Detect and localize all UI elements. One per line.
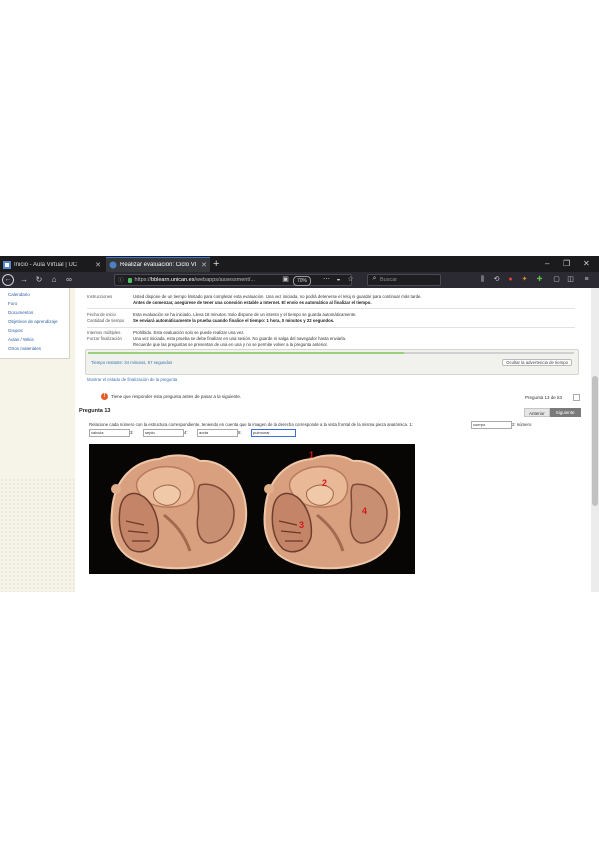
reload-icon[interactable]: ↻ (33, 274, 45, 286)
heart-image-right (263, 454, 401, 570)
question-stepper[interactable] (573, 394, 580, 401)
sidebar-item-foro[interactable]: Foro (8, 301, 17, 306)
page-action-icon[interactable]: ▣ (281, 275, 290, 285)
reader-glasses-icon[interactable]: ∞ (63, 274, 75, 286)
answer-input-5[interactable]: pulmonar (251, 429, 296, 437)
site-favicon-icon (3, 260, 11, 269)
question-heading: Pregunta 13 (79, 408, 111, 414)
sidebar-toggle-icon[interactable]: ▢ (552, 275, 561, 285)
divider (87, 327, 575, 328)
answer-label: 4: (184, 430, 188, 435)
course-sidebar: Calendario Foro Documentos Objetivos de … (0, 288, 75, 592)
url-prefix: https:// (134, 277, 152, 283)
notice-text: Tiene que responder esta pregunta antes … (111, 394, 242, 399)
site-favicon-icon (109, 261, 117, 269)
scrollbar-thumb[interactable] (592, 376, 598, 506)
zoom-level-badge[interactable]: 70% (293, 276, 312, 286)
extension-puzzle-icon[interactable]: ✚ (535, 275, 544, 285)
back-arrow-icon[interactable]: ← (2, 274, 14, 286)
url-path: /webapps/assessment/... (194, 277, 255, 283)
close-window-button[interactable]: ✕ (583, 258, 590, 269)
extension-tool-icon[interactable]: ✦ (520, 275, 529, 285)
pocket-icon[interactable]: ◒ (334, 275, 343, 285)
answer-input-2[interactable]: valvula (89, 429, 130, 437)
answer-input-1[interactable]: cuerpo (471, 421, 512, 429)
tab-inicio[interactable]: Inicio - Aula Virtual | UC ✕ (0, 257, 104, 272)
show-completion-status-link[interactable]: Mostrar el estado de finalización de la … (87, 377, 177, 382)
menu-hamburger-icon[interactable]: ≡ (582, 275, 591, 285)
url-host: bblearn.unican.es (151, 277, 195, 283)
minimize-button[interactable]: – (545, 258, 549, 269)
question-counter: Pregunta 13 de 53 (525, 395, 563, 400)
sidebar-item-otros[interactable]: Otros materiales (8, 346, 41, 351)
sidebar-item-wikis[interactable]: Aulas / Wikis (8, 337, 34, 342)
hide-timer-button[interactable]: Ocultar la advertencia de tiempo (502, 359, 572, 366)
new-tab-button[interactable]: + (213, 257, 219, 271)
tab-evaluacion[interactable]: Realizar evaluación: Ciclo VI - 2 ✕ (106, 257, 210, 272)
figure-label-2: 2 (322, 478, 328, 488)
close-tab-icon[interactable]: ✕ (201, 261, 207, 269)
sidebar-item-objetivos[interactable]: Objetivos de aprendizaje (8, 319, 58, 324)
warning-icon: ! (101, 393, 108, 400)
heart-image-left (110, 454, 248, 570)
close-tab-icon[interactable]: ✕ (95, 261, 101, 269)
sync-icon[interactable]: ⟲ (492, 275, 501, 285)
time-progress-bar (88, 352, 574, 354)
home-icon[interactable]: ⌂ (48, 274, 60, 286)
info-icon[interactable]: ⓘ (118, 276, 124, 284)
maximize-button[interactable]: ❐ (563, 258, 570, 269)
tab-title: Inicio - Aula Virtual | UC (14, 261, 78, 268)
screenshot-icon[interactable]: ◫ (566, 275, 575, 285)
extension-icon[interactable]: ● (506, 275, 515, 285)
next-button[interactable]: Siguiente (549, 408, 581, 417)
figure-label-4: 4 (362, 506, 368, 516)
question-text-tail: 2: número (512, 422, 532, 427)
tab-title: Realizar evaluación: Ciclo VI - 2 (120, 262, 199, 268)
time-progress-fill (88, 352, 404, 354)
background-pattern (0, 478, 75, 592)
time-remaining: Tiempo restante: 34 minutos, 57 segundos (91, 360, 173, 365)
bookmark-star-icon[interactable]: ☆ (346, 275, 355, 285)
answer-input-3[interactable]: septo (143, 429, 184, 437)
figure-label-3: 3 (299, 520, 305, 530)
sidebar-item-calendario[interactable]: Calendario (8, 292, 30, 297)
navigation-toolbar: ← → ↻ ⌂ ∞ ⓘ https:// bblearn.unican.es /… (0, 272, 599, 288)
notice: ! Tiene que responder esta pregunta ante… (101, 393, 241, 400)
heart-specimen-image: 1 2 3 4 (89, 444, 415, 574)
figure-label-1: 1 (309, 450, 315, 460)
question-navigation: Anterior Siguiente (524, 408, 581, 417)
timer-panel: Tiempo restante: 34 minutos, 57 segundos… (85, 349, 579, 375)
answer-input-4[interactable]: aorta (197, 429, 238, 437)
more-actions-icon[interactable]: ⋯ (322, 275, 331, 285)
lock-icon (127, 277, 132, 283)
tab-strip: Inicio - Aula Virtual | UC ✕ Realizar ev… (0, 256, 599, 272)
sidebar-item-documentos[interactable]: Documentos (8, 310, 33, 315)
sidebar-item-grupos[interactable]: Grupos (8, 328, 23, 333)
assessment-content: Instrucciones Usted dispone de un tiempo… (75, 288, 591, 592)
forward-arrow-icon[interactable]: → (18, 274, 30, 286)
search-icon: ⌕ (372, 275, 377, 282)
answer-label: 3: (130, 430, 134, 435)
browser-screenshot: Inicio - Aula Virtual | UC ✕ Realizar ev… (0, 256, 599, 592)
previous-button[interactable]: Anterior (524, 408, 550, 417)
answer-label: 5: (238, 430, 242, 435)
divider (87, 308, 575, 309)
assessment-summary: Instrucciones Usted dispone de un tiempo… (87, 290, 575, 347)
library-icon[interactable]: ⫼ (478, 275, 487, 285)
course-menu: Calendario Foro Documentos Objetivos de … (0, 288, 70, 359)
address-bar[interactable]: ⓘ https:// bblearn.unican.es /webapps/as… (114, 274, 352, 286)
question-text: Relacione cada número con la estructura … (89, 422, 413, 427)
